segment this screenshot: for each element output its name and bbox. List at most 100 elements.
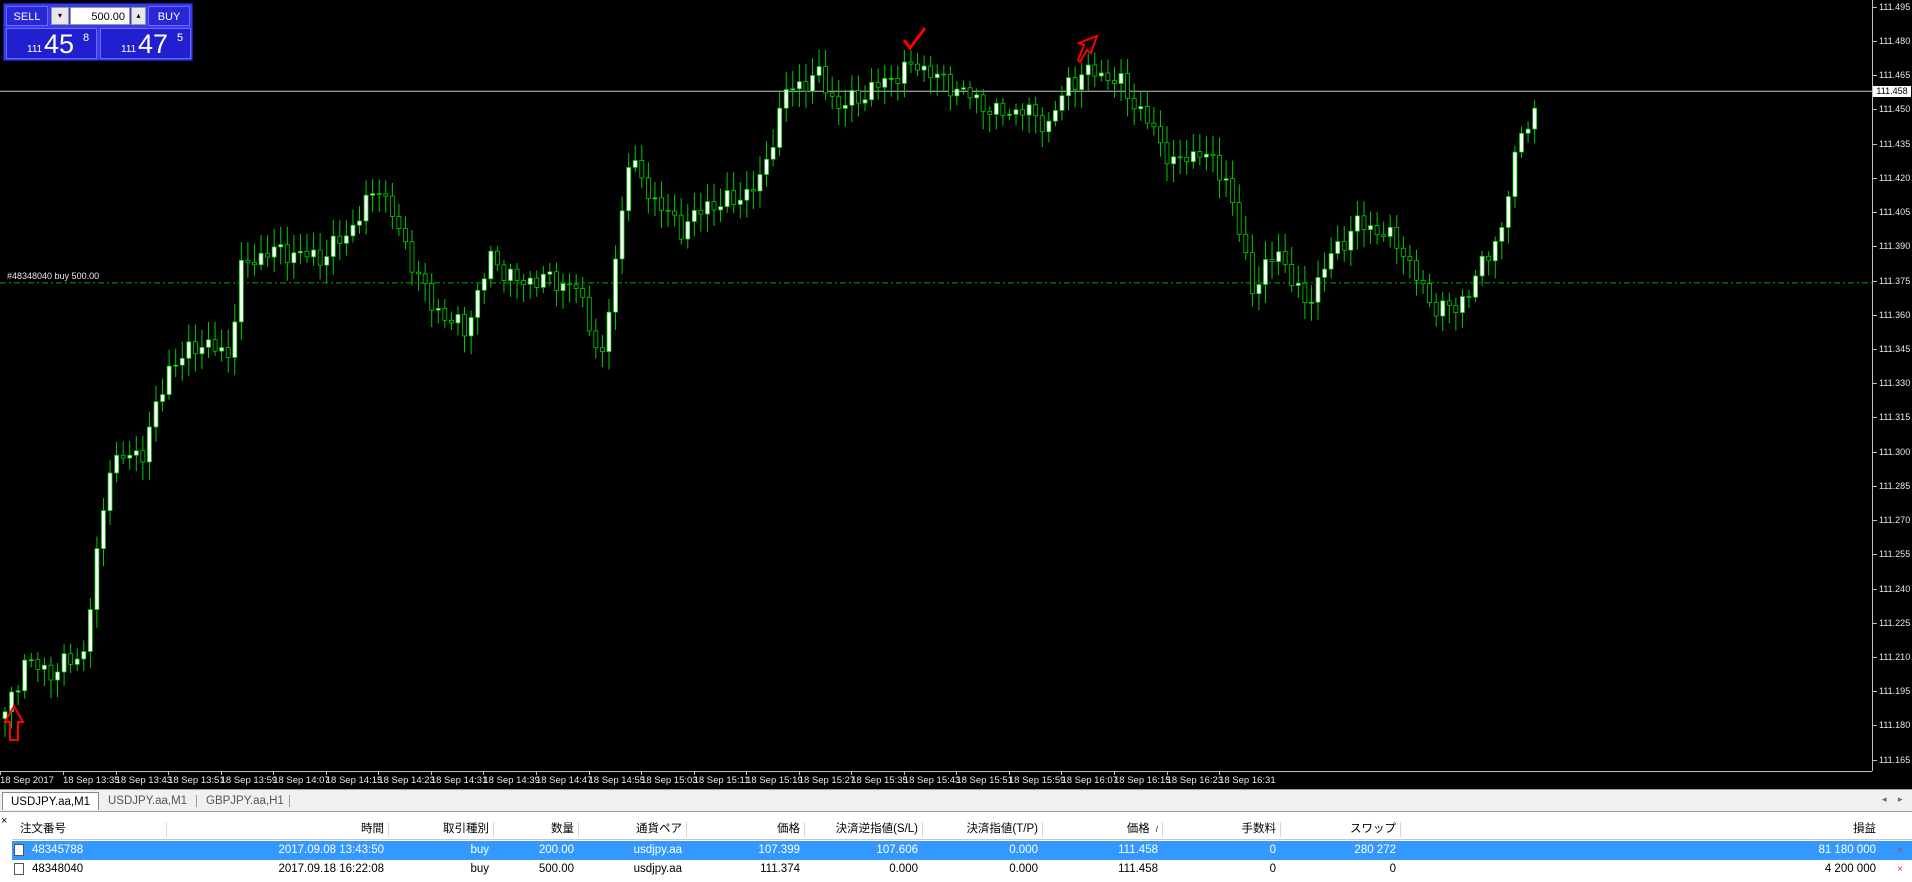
candle-body — [1177, 156, 1183, 159]
bid-price-box[interactable]: 111 45 8 — [6, 28, 97, 59]
price-tick — [1873, 177, 1877, 179]
candle-body — [987, 110, 993, 115]
candle-body — [1243, 233, 1249, 254]
candle-body — [514, 268, 520, 281]
table-cell: buy — [470, 863, 489, 875]
price-axis-label: 111.435 — [1879, 138, 1911, 149]
candle-body — [114, 454, 120, 474]
candle-body — [1171, 156, 1176, 165]
candle-body — [1184, 156, 1190, 163]
candle-body — [1315, 277, 1321, 303]
price-axis-label: 111.345 — [1879, 344, 1911, 354]
tab-scroll-right-icon[interactable]: ▸ — [1898, 794, 1903, 805]
price-axis-label: 111.420 — [1879, 172, 1911, 183]
candle-body — [422, 273, 428, 284]
price-tick — [1873, 588, 1877, 590]
time-axis-label: 18 Sep 2017 — [0, 775, 54, 786]
table-header: 注文番号 時間 取引種別 数量 通貨ペア 価格 決済逆指値(S/L) 決済指値(T/P) 価格 /… — [12, 820, 1912, 840]
candle-body — [1059, 95, 1065, 111]
price-tick — [1873, 143, 1877, 145]
lot-dropdown-button[interactable]: ▾ — [51, 7, 69, 25]
candle-body — [107, 472, 113, 511]
column-header[interactable]: 損益 — [1400, 820, 1880, 839]
candle-body — [468, 317, 474, 337]
price-tick — [1873, 485, 1877, 487]
close-position-icon[interactable]: × — [1897, 841, 1903, 860]
candle-body — [1053, 110, 1058, 122]
candle-body — [527, 277, 533, 285]
time-axis-label: 18 Sep 14:07 — [273, 775, 330, 786]
candle-body — [265, 252, 271, 258]
column-header[interactable]: スワップ — [1280, 820, 1400, 839]
candle-body — [777, 107, 783, 148]
candle-body — [1118, 73, 1124, 84]
column-header[interactable]: 取引種別 — [388, 820, 493, 839]
tab-gbpjpy-h1[interactable]: GBPJPY.aa,H1 — [198, 792, 292, 810]
candle-body — [1197, 151, 1203, 158]
column-header[interactable]: 注文番号 — [16, 820, 166, 839]
sell-button[interactable]: SELL — [6, 6, 48, 26]
candle-body — [928, 65, 934, 79]
candle-body — [842, 104, 848, 109]
candle-body — [508, 268, 513, 282]
candle-body — [212, 339, 218, 352]
tab-scroll-left-icon[interactable]: ◂ — [1882, 794, 1887, 805]
candle-body — [48, 664, 54, 681]
candle-body — [15, 690, 21, 693]
tab-usdjpy-m1[interactable]: USDJPY.aa,M1 — [100, 792, 195, 810]
price-tick — [1873, 417, 1877, 419]
candle-body — [1492, 240, 1498, 262]
candle-body — [120, 454, 126, 459]
candle-body — [1525, 128, 1531, 134]
column-header[interactable]: 決済指値(T/P) — [922, 820, 1042, 839]
candle-body — [1322, 268, 1327, 278]
candle-body — [494, 250, 500, 266]
column-header[interactable]: 時間 — [166, 820, 388, 839]
price-axis-label: 111.270 — [1879, 515, 1911, 526]
candle-body — [875, 82, 881, 88]
candle-body — [481, 278, 487, 291]
time-axis-label: 18 Sep 15:19 — [746, 775, 803, 786]
column-separator — [804, 822, 805, 837]
candle-body — [101, 510, 106, 549]
terminal-close-icon[interactable]: × — [1, 815, 7, 827]
candle-body — [1387, 226, 1393, 237]
price-chart[interactable]: #48348040 buy 500.00 SELL ▾ 500.00 ▴ BUY… — [0, 0, 1872, 771]
column-header[interactable]: 決済逆指値(S/L) — [804, 820, 922, 839]
tab-usdjpy-m1-active[interactable]: USDJPY.aa,M1 — [2, 792, 100, 810]
candle-body — [705, 201, 710, 215]
price-axis-label: 111.465 — [1879, 70, 1911, 81]
candle-body — [691, 210, 697, 222]
candle-body — [81, 651, 87, 660]
time-axis[interactable]: 18 Sep 2017 18 Sep 13:35 18 Sep 13:43 18 Se… — [0, 771, 1872, 790]
candle-body — [810, 75, 815, 92]
candle-body — [1138, 106, 1144, 110]
table-row[interactable]: 48345788 2017.09.08 13:43:50 buy 200.00 usdj… — [12, 841, 1912, 860]
candle-body — [757, 174, 763, 192]
candle-body — [547, 271, 553, 275]
ask-price-box[interactable]: 111 47 5 — [100, 28, 191, 59]
table-row[interactable]: 48348040 2017.09.18 16:22:08 buy 500.00 usdj… — [12, 860, 1912, 879]
lot-size-input[interactable]: 500.00 — [70, 7, 130, 25]
chart-tab-bar: USDJPY.aa,M1 USDJPY.aa,M1 GBPJPY.aa,H1 ◂… — [0, 789, 1912, 812]
lot-increase-button[interactable]: ▴ — [131, 7, 146, 25]
candle-body — [304, 251, 310, 258]
candle-body — [764, 158, 769, 175]
price-axis-label: 111.450 — [1879, 104, 1911, 115]
candle-body — [225, 347, 231, 358]
price-axis-label: 111.315 — [1879, 412, 1911, 423]
price-scale[interactable]: 111.495 111.480 111.465 111.450 111.435 111.4… — [1872, 0, 1912, 771]
column-header[interactable]: 通貨ペア — [578, 820, 686, 839]
time-axis-label: 18 Sep 15:59 — [1008, 775, 1066, 786]
table-cell: 111.458 — [1118, 844, 1158, 856]
price-axis-label: 111.285 — [1879, 480, 1911, 491]
price-axis-label: 111.405 — [1879, 207, 1911, 218]
close-position-icon[interactable]: × — [1897, 860, 1903, 879]
ask-price-prefix: 111 — [121, 44, 137, 55]
buy-button[interactable]: BUY — [148, 6, 190, 26]
column-header[interactable]: 手数料 — [1162, 820, 1280, 839]
column-header[interactable]: 価格 / — [1042, 820, 1162, 839]
column-header[interactable]: 価格 — [686, 820, 804, 839]
candle-body — [488, 250, 494, 280]
column-header[interactable]: 数量 — [493, 820, 578, 839]
